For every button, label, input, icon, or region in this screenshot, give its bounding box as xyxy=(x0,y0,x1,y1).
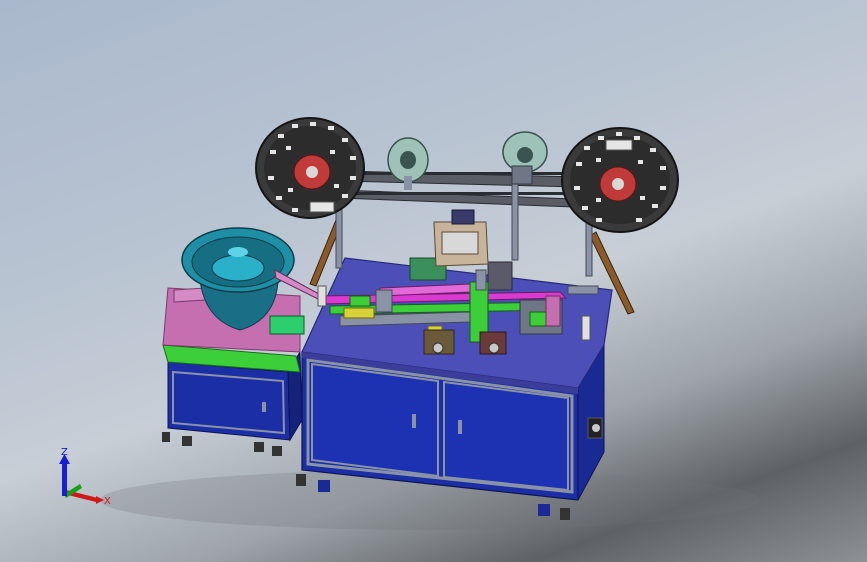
machine-model[interactable] xyxy=(0,0,867,562)
axis-z: Z xyxy=(59,447,70,496)
reel-left-icon[interactable] xyxy=(255,117,365,219)
hmi-screen[interactable] xyxy=(433,209,489,267)
reel-right-icon[interactable] xyxy=(561,127,679,233)
axis-z-label: Z xyxy=(61,447,68,458)
axis-triad: X Z xyxy=(59,447,111,506)
axis-x-label: X xyxy=(104,496,111,506)
cad-viewport[interactable]: X Z xyxy=(0,0,867,562)
